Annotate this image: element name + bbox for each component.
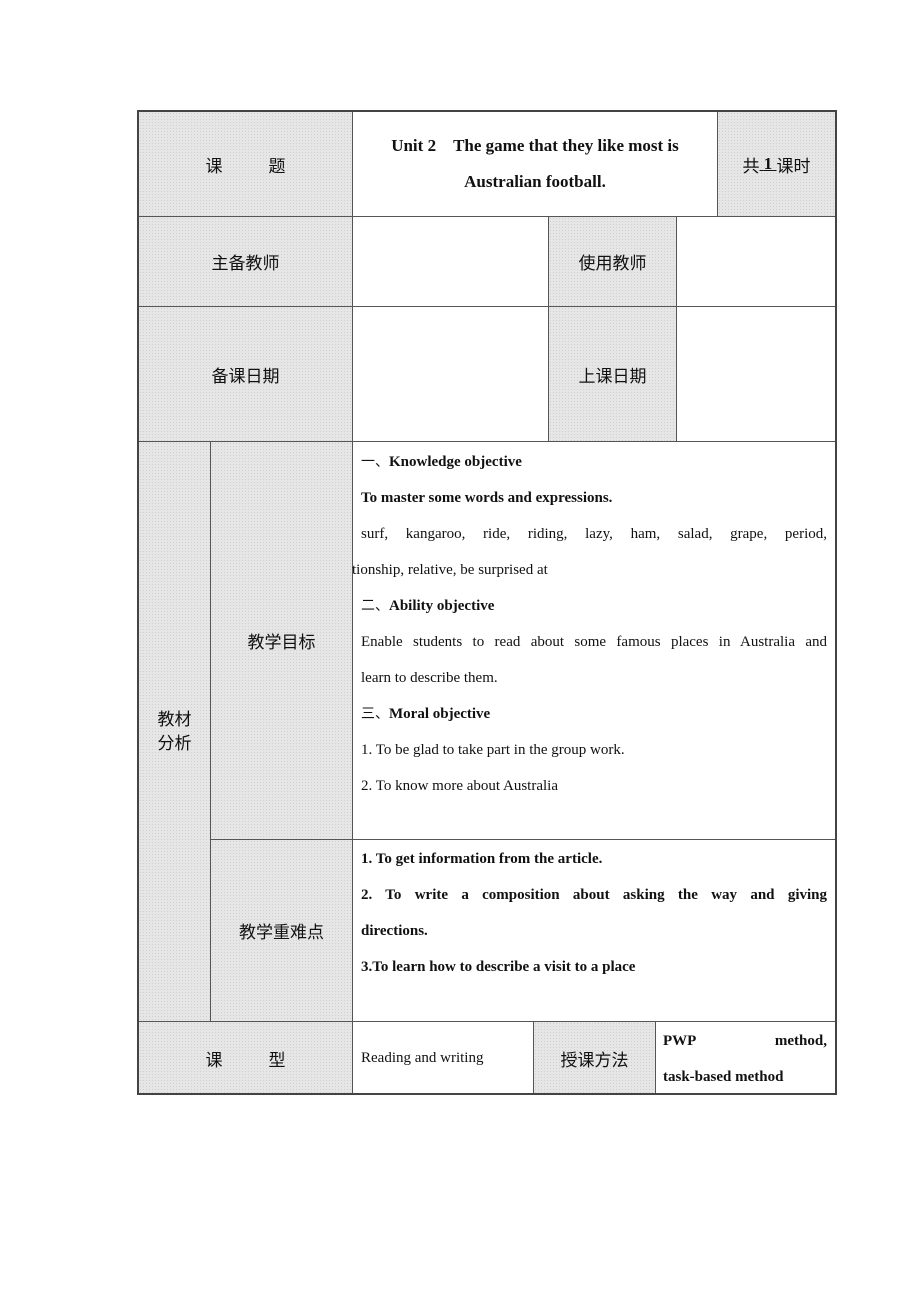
- lesson-type-char-1: 课: [205, 1050, 223, 1071]
- prep-date-field[interactable]: [352, 306, 549, 442]
- knowledge-heading: 一、Knowledge objective: [361, 454, 522, 470]
- method-line-2: task-based method: [663, 1069, 784, 1085]
- periods-cell: 共 1 课时: [717, 111, 836, 217]
- key-point-item: 1. To get information from the article.: [361, 851, 603, 867]
- moral-heading: 三、Moral objective: [361, 706, 491, 722]
- periods-value: 1: [763, 154, 773, 173]
- key-point-item-cont: directions.: [361, 923, 428, 939]
- lesson-type-char-2: 型: [268, 1050, 286, 1071]
- knowledge-intro: To master some words and expressions.: [361, 490, 613, 506]
- teaching-method-label: 授课方法: [533, 1021, 656, 1095]
- vocabulary-line-2: tionship, relative, be surprised at: [352, 562, 548, 578]
- class-date-label: 上课日期: [548, 306, 677, 442]
- ability-line-2: learn to describe them.: [361, 670, 498, 686]
- using-teacher-label: 使用教师: [548, 216, 677, 307]
- lesson-title-line-1: Unit 2 The game that they like most is: [391, 136, 679, 155]
- topic-label-char-1: 课: [205, 156, 223, 177]
- ability-heading: 二、Ability objective: [361, 598, 495, 614]
- teaching-method-value: PWP method, task-based method: [655, 1021, 836, 1095]
- lesson-title-line-2: Australian football.: [464, 172, 606, 191]
- key-point-item: 3.To learn how to describe a visit to a …: [361, 959, 636, 975]
- vocabulary-line-1: surf, kangaroo, ride, riding, lazy, ham,…: [361, 526, 827, 542]
- material-analysis-line-2: 分析: [157, 733, 192, 754]
- key-point-item: 2. To write a composition about asking t…: [361, 887, 827, 903]
- lesson-type-text: Reading and writing: [361, 1049, 484, 1066]
- using-teacher-field[interactable]: [676, 216, 836, 307]
- lesson-type-value: Reading and writing: [352, 1021, 534, 1095]
- key-points-label: 教学重难点: [210, 839, 353, 1022]
- lesson-title-cell: Unit 2 The game that they like most is A…: [352, 111, 718, 217]
- topic-label-char-2: 题: [268, 156, 286, 177]
- material-analysis-line-1: 教材: [157, 709, 192, 730]
- ability-line-1: Enable students to read about some famou…: [361, 634, 827, 650]
- method-line-1: PWP method,: [663, 1033, 827, 1049]
- moral-item: 1. To be glad to take part in the group …: [361, 742, 625, 758]
- periods-suffix: 课时: [776, 156, 811, 177]
- class-date-field[interactable]: [676, 306, 836, 442]
- periods-prefix: 共: [742, 156, 760, 177]
- lesson-type-label: 课 型: [138, 1021, 353, 1095]
- material-analysis-label: 教材 分析: [138, 441, 211, 1022]
- main-teacher-label: 主备教师: [138, 216, 353, 307]
- moral-item: 2. To know more about Australia: [361, 778, 558, 794]
- topic-label-cell: 课 题: [138, 111, 353, 217]
- main-teacher-field[interactable]: [352, 216, 549, 307]
- objectives-content: 一、Knowledge objective To master some wor…: [352, 441, 836, 840]
- key-points-content: 1. To get information from the article. …: [352, 839, 836, 1022]
- prep-date-label: 备课日期: [138, 306, 353, 442]
- objectives-label: 教学目标: [210, 441, 353, 840]
